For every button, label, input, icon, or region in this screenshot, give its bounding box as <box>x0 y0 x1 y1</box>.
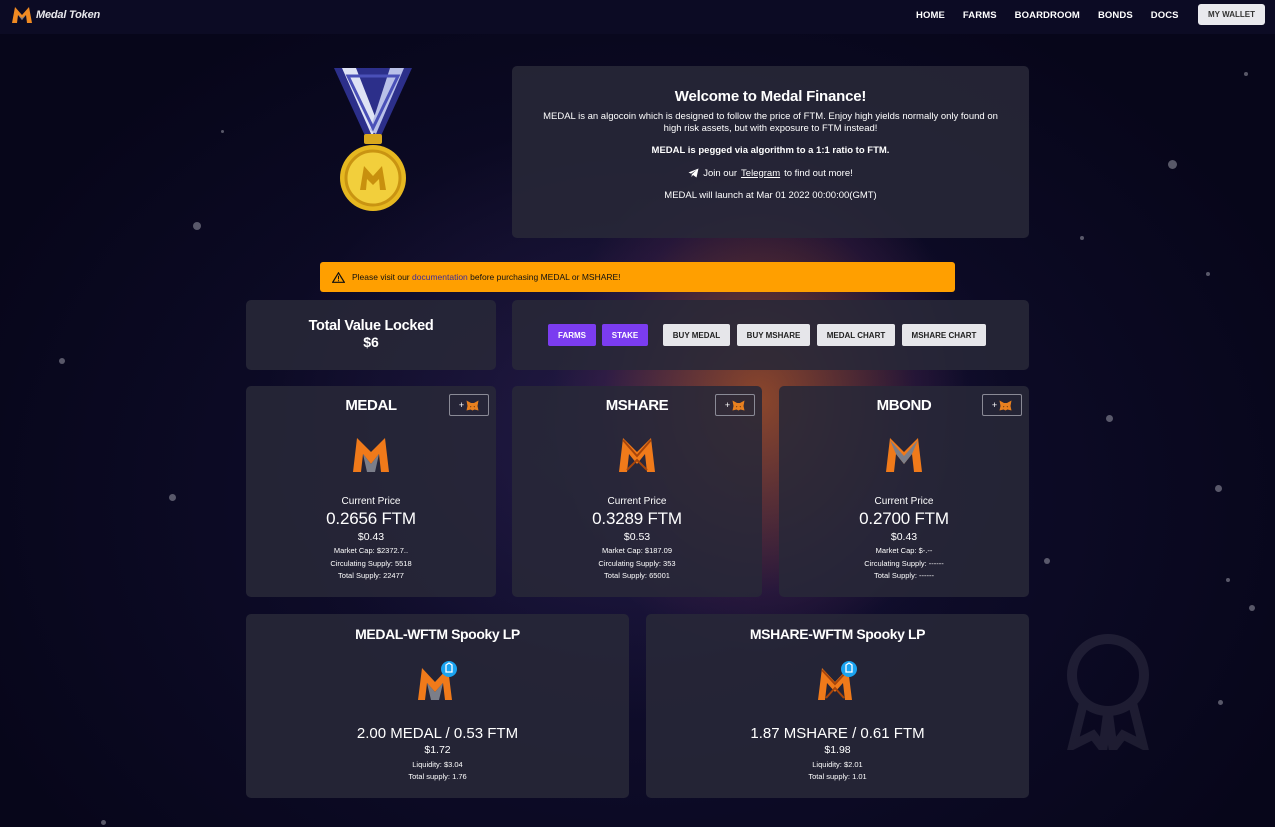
medal-chart-button[interactable]: MEDAL CHART <box>817 324 895 346</box>
telegram-suffix: to find out more! <box>784 167 853 179</box>
token-price-usd: $0.43 <box>890 531 918 543</box>
tvl-value: $6 <box>363 334 379 350</box>
add-medal-to-metamask-button[interactable]: + <box>449 394 489 416</box>
token-card-medal: MEDAL + Current Price 0.2656 FTM $0.43 M… <box>246 386 496 597</box>
telegram-icon <box>688 168 699 178</box>
lp-liquidity: Liquidity: $3.04 <box>412 760 463 769</box>
medal-logo-icon <box>12 7 32 23</box>
lp-price-usd: $1.98 <box>824 744 851 756</box>
lp-liquidity: Liquidity: $2.01 <box>812 760 863 769</box>
metamask-icon <box>466 400 479 410</box>
logo-text: Medal Token <box>36 9 101 21</box>
farms-button[interactable]: FARMS <box>548 324 596 346</box>
stake-button[interactable]: STAKE <box>602 324 648 346</box>
medal-token-icon <box>353 438 389 472</box>
lp-title: MEDAL-WFTM Spooky LP <box>355 626 520 642</box>
top-nav: Medal Token HOME FARMS BOARDROOM BONDS D… <box>0 0 1275 34</box>
lp-pair-amounts: 1.87 MSHARE / 0.61 FTM <box>750 725 925 742</box>
market-cap: Market Cap: $187.09 <box>601 546 673 555</box>
telegram-line: Join our Telegram to find out more! <box>512 168 1029 180</box>
add-label: + <box>458 400 465 410</box>
launch-text: MEDAL will launch at Mar 01 2022 00:00:0… <box>664 190 877 201</box>
token-card-mbond: MBOND + Current Price 0.2700 FTM $0.43 M… <box>779 386 1029 597</box>
buy-mshare-button[interactable]: BUY MSHARE <box>737 324 810 346</box>
mshare-token-icon <box>619 438 655 472</box>
nav-links: HOME FARMS BOARDROOM BONDS DOCS <box>916 10 1197 21</box>
warning-icon <box>332 271 345 283</box>
my-wallet-button[interactable]: MY WALLET <box>1198 4 1265 25</box>
lp-total-supply: Total supply: 1.76 <box>408 772 467 781</box>
token-price-ftm: 0.2656 FTM <box>326 509 416 528</box>
circulating-supply: Circulating Supply: ------ <box>864 559 944 568</box>
total-supply: Total Supply: 22477 <box>338 571 404 580</box>
nav-docs[interactable]: DOCS <box>1151 10 1179 21</box>
token-price-usd: $0.43 <box>357 531 385 543</box>
current-price-label: Current Price <box>874 496 934 507</box>
tvl-panel: Total Value Locked $6 <box>246 300 496 370</box>
lp-pair-amounts: 2.00 MEDAL / 0.53 FTM <box>356 725 519 742</box>
telegram-prefix: Join our <box>703 167 738 179</box>
peg-text: MEDAL is pegged via algorithm to a 1:1 r… <box>651 145 890 156</box>
current-price-label: Current Price <box>341 496 401 507</box>
lp-total-supply: Total supply: 1.01 <box>808 772 867 781</box>
telegram-link[interactable]: Telegram <box>741 168 780 180</box>
mshare-wftm-lp-icon <box>817 661 857 700</box>
documentation-alert: Please visit our documentation before pu… <box>320 262 955 292</box>
alert-suffix: before purchasing MEDAL or MSHARE! <box>470 272 621 282</box>
metamask-icon <box>732 400 745 410</box>
total-supply: Total Supply: 65001 <box>604 571 670 580</box>
tvl-label: Total Value Locked <box>308 318 434 334</box>
lp-price-usd: $1.72 <box>424 744 451 756</box>
welcome-title: Welcome to Medal Finance! <box>674 88 867 105</box>
add-label: + <box>724 400 731 410</box>
alert-prefix: Please visit our <box>352 272 410 282</box>
market-cap: Market Cap: $2372.7.. <box>333 546 409 555</box>
circulating-supply: Circulating Supply: 5518 <box>330 559 412 568</box>
background-badge-icon <box>1067 634 1149 750</box>
add-mbond-to-metamask-button[interactable]: + <box>982 394 1022 416</box>
mbond-token-icon <box>886 438 922 472</box>
nav-boardroom[interactable]: BOARDROOM <box>1015 10 1080 21</box>
medal-wftm-lp-icon <box>417 661 457 700</box>
lp-card-mshare-wftm: MSHARE-WFTM Spooky LP 1.87 MSHARE / 0.61… <box>646 614 1029 798</box>
token-price-ftm: 0.2700 FTM <box>859 509 949 528</box>
medal-icon <box>334 68 412 211</box>
circulating-supply: Circulating Supply: 353 <box>598 559 676 568</box>
mshare-chart-button[interactable]: MSHARE CHART <box>902 324 986 346</box>
nav-home[interactable]: HOME <box>916 10 945 21</box>
lp-card-medal-wftm: MEDAL-WFTM Spooky LP 2.00 MEDAL / 0.53 F… <box>246 614 629 798</box>
total-supply: Total Supply: ------ <box>873 571 934 580</box>
welcome-panel: Welcome to Medal Finance! MEDAL is an al… <box>512 66 1029 238</box>
documentation-link[interactable]: documentation <box>412 272 468 282</box>
metamask-icon <box>999 400 1012 410</box>
welcome-description: MEDAL is an algocoin which is designed t… <box>543 111 998 134</box>
token-card-mshare: MSHARE + Current Price 0.3289 FTM $0.53 … <box>512 386 762 597</box>
token-price-ftm: 0.3289 FTM <box>592 509 682 528</box>
logo[interactable]: Medal Token <box>11 6 100 24</box>
nav-farms[interactable]: FARMS <box>963 10 997 21</box>
lp-title: MSHARE-WFTM Spooky LP <box>749 626 926 642</box>
current-price-label: Current Price <box>607 496 667 507</box>
token-price-usd: $0.53 <box>623 531 651 543</box>
add-label: + <box>991 400 998 410</box>
buy-medal-button[interactable]: BUY MEDAL <box>663 324 730 346</box>
nav-bonds[interactable]: BONDS <box>1098 10 1133 21</box>
market-cap: Market Cap: $-.-- <box>875 546 933 555</box>
actions-panel: FARMS STAKE BUY MEDAL BUY MSHARE MEDAL C… <box>512 300 1029 370</box>
add-mshare-to-metamask-button[interactable]: + <box>715 394 755 416</box>
